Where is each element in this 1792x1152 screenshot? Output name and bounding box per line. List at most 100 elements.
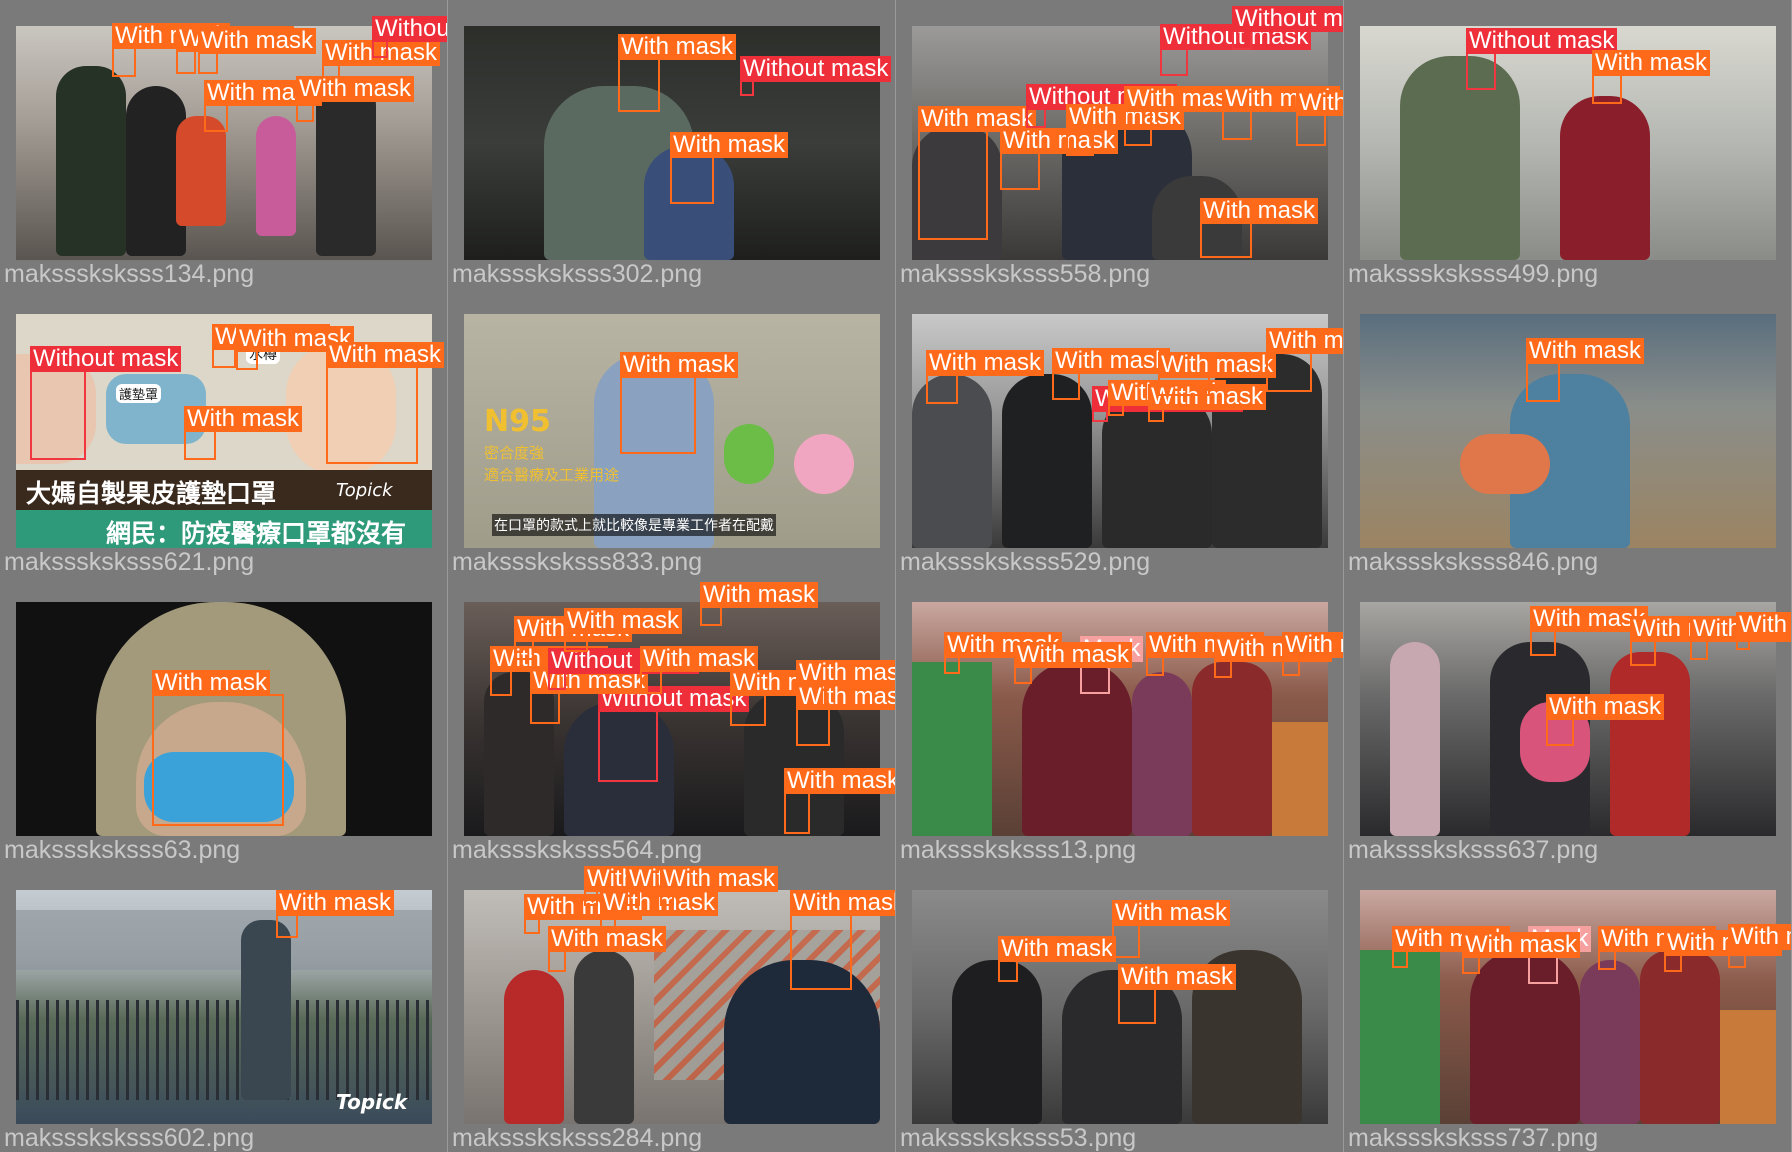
- person-silhouette: [316, 76, 376, 256]
- tile: With mask With mask Without mask With ma…: [896, 0, 1344, 288]
- tile-filename: maksssksksss737.png: [1348, 1124, 1599, 1152]
- detection-box: With mask: [1630, 616, 1749, 666]
- tile-filename: maksssksksss63.png: [4, 836, 241, 864]
- tile: With mask With mask Without mask With ma…: [896, 288, 1344, 576]
- detection-label: Without mask: [30, 346, 182, 372]
- detection-label: With mask: [1014, 642, 1133, 668]
- detection-label: With mask: [1112, 900, 1231, 926]
- detection-box: With mask: [1052, 348, 1171, 400]
- detection-label: With mask: [1000, 128, 1119, 154]
- detection-box: Without mask: [30, 346, 182, 460]
- detection-label: With mask: [152, 670, 271, 696]
- detection-box: With mask: [564, 608, 683, 652]
- detection-label: With mask: [326, 342, 445, 368]
- tile-filename: maksssksksss602.png: [4, 1124, 255, 1152]
- detection-box: With mask: [1266, 328, 1343, 392]
- overlay-text: 大媽自製果皮護墊口罩: [26, 479, 277, 508]
- railing: [16, 1000, 432, 1100]
- person-silhouette: [574, 950, 634, 1124]
- detection-box: With mask: [584, 866, 703, 906]
- detection-box: With mask: [1014, 642, 1133, 684]
- detection-label: With mask: [184, 406, 303, 432]
- overlay-text: 護墊罩: [116, 384, 162, 403]
- shelf: [1360, 950, 1440, 1124]
- tile-filename: maksssksksss53.png: [900, 1124, 1137, 1152]
- detection-box: With mask: [530, 668, 649, 724]
- detection-box: With mask: [640, 646, 759, 694]
- detection-box: With mask: [1530, 606, 1649, 656]
- detection-box: With mask: [1118, 964, 1237, 1024]
- detection-box: With mask: [670, 132, 789, 204]
- detection-box: With mask: [184, 406, 303, 460]
- detection-box: With mask: [1462, 932, 1581, 974]
- detection-box: With mask: [926, 350, 1045, 404]
- overlay-text: 密合度強: [484, 444, 545, 462]
- detection-box: With mask: [1148, 384, 1267, 422]
- detection-box: With mask: [276, 890, 395, 938]
- detection-box: With mask: [1200, 198, 1319, 258]
- tile-filename: maksssksksss499.png: [1348, 260, 1599, 288]
- tile-filename: maksssksksss13.png: [900, 836, 1137, 864]
- person-silhouette: [1192, 662, 1272, 836]
- tile-filename: maksssksksss564.png: [452, 836, 703, 864]
- detection-box: With mask: [1526, 338, 1645, 402]
- detection-box: With mask: [790, 890, 895, 990]
- tile: With mask maksssksksss63.png: [0, 576, 448, 864]
- detection-label: With mask: [1592, 50, 1711, 76]
- detection-box: With mask: [796, 660, 895, 706]
- detection-label: Without mask: [740, 56, 892, 82]
- person-silhouette: [241, 920, 291, 1100]
- person-silhouette: [56, 66, 126, 256]
- detection-mosaic: With mask With mask With mask With mask …: [0, 0, 1792, 1152]
- overlay-text: 在口罩的款式上就比較像是專業工作者在配戴: [492, 514, 776, 536]
- detection-label: With mask: [1462, 932, 1581, 958]
- tile-filename: maksssksksss637.png: [1348, 836, 1599, 864]
- person-silhouette: [1022, 662, 1132, 836]
- detection-box: With mask: [600, 890, 719, 930]
- tile: N95 密合度強 適合醫療及工業用途 在口罩的款式上就比較像是專業工作者在配戴 …: [448, 288, 896, 576]
- detection-label: With mask: [276, 890, 395, 916]
- tile: Mask With mask With mask With mask With …: [896, 576, 1344, 864]
- tile: With mask Without mask With mask maksssk…: [448, 0, 896, 288]
- tile-filename: maksssksksss621.png: [4, 548, 255, 576]
- detection-label: With mask: [926, 350, 1045, 376]
- person-silhouette: [176, 116, 226, 226]
- tile: Mask With mask With mask With mask With …: [1344, 864, 1792, 1152]
- overlay-text: N95: [484, 404, 551, 439]
- detection-label: With mask: [1266, 328, 1343, 354]
- detection-box: With mask: [1664, 930, 1783, 972]
- detection-box: Without mask: [372, 16, 447, 58]
- detection-label: With mask: [296, 76, 415, 102]
- photo: Topick: [16, 890, 432, 1124]
- detection-box: With mask: [212, 324, 331, 368]
- detection-label: With mask: [790, 890, 895, 916]
- detection-box: With mask: [784, 768, 895, 834]
- detection-box: With mask: [1598, 926, 1717, 970]
- detection-label: With mask: [1118, 964, 1237, 990]
- detection-box: With mask: [1282, 632, 1343, 676]
- detection-label: With mask: [564, 608, 683, 634]
- detection-box: With mask: [1108, 380, 1227, 416]
- tile-filename: maksssksksss846.png: [1348, 548, 1599, 576]
- detection-box: With mask: [1222, 86, 1341, 140]
- detection-label: With mask: [784, 768, 895, 794]
- tile: With mask With mask With mask With mask …: [0, 0, 448, 288]
- tile-filename: maksssksksss302.png: [452, 260, 703, 288]
- detection-box: With mask: [296, 76, 415, 122]
- detection-box: With mask: [490, 646, 609, 696]
- detection-box: With mask: [548, 926, 667, 972]
- detection-box: Without mask: [598, 686, 750, 782]
- tile: Without mask With mask With mask With ma…: [448, 576, 896, 864]
- detection-label: With mask: [1282, 632, 1343, 658]
- detection-label: With mask: [998, 936, 1117, 962]
- detection-label: With mask: [1526, 338, 1645, 364]
- tile: With mask With mask With mask With mask …: [448, 864, 896, 1152]
- detection-box: With mask: [944, 632, 1063, 674]
- person-silhouette: [1400, 56, 1520, 260]
- detection-box: With mask: [918, 106, 1037, 240]
- person-silhouette: [1390, 642, 1440, 836]
- person-silhouette: [1470, 950, 1580, 1124]
- detection-box: With mask: [1546, 694, 1665, 746]
- detection-box: With mask: [176, 26, 295, 74]
- detection-box: Without mask: [1160, 24, 1312, 76]
